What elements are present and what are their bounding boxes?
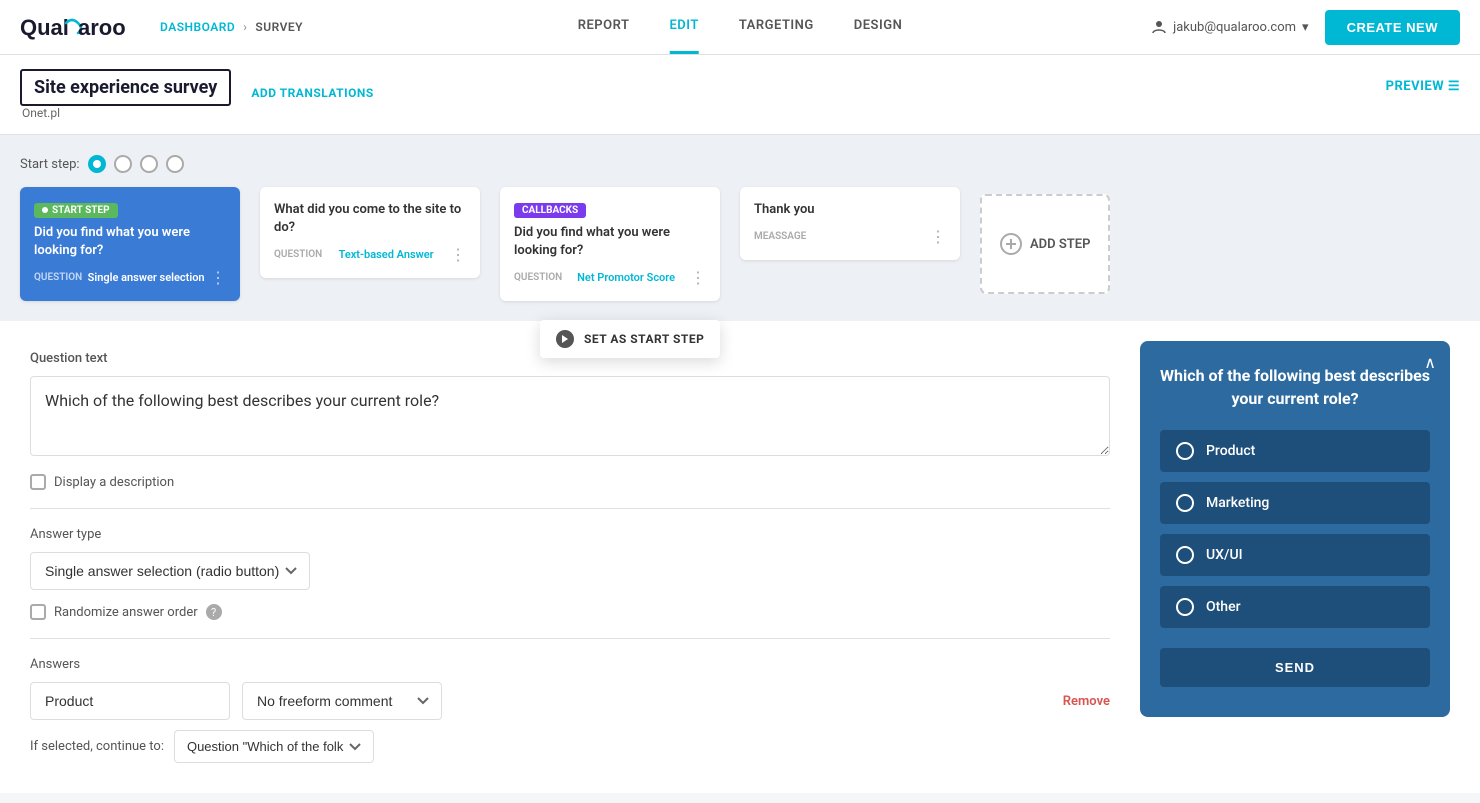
section-divider-2: [30, 638, 1110, 639]
step-card-footer-1: QUESTION Single answer selection ⋮: [34, 268, 226, 287]
preview-option-label-2: Marketing: [1206, 495, 1269, 511]
preview-option-2[interactable]: Marketing: [1160, 482, 1430, 524]
remove-button-1[interactable]: Remove: [1063, 694, 1110, 709]
if-selected-row-1: If selected, continue to: Question "Whic…: [30, 730, 1110, 763]
play-icon: [556, 330, 574, 348]
continue-select-1[interactable]: Question "Which of the folk: [174, 730, 374, 763]
breadcrumb-survey: SURVEY: [255, 20, 303, 34]
breadcrumb-dashboard[interactable]: DASHBOARD: [160, 20, 235, 34]
preview-option-3[interactable]: UX/UI: [1160, 534, 1430, 576]
preview-option-1[interactable]: Product: [1160, 430, 1430, 472]
section-divider-1: [30, 508, 1110, 509]
survey-bar-top: Site experience survey ADD TRANSLATIONS: [20, 69, 374, 106]
breadcrumb-separator: ›: [243, 20, 247, 34]
start-step-badge: START STEP: [34, 203, 118, 218]
tab-design[interactable]: DESIGN: [854, 0, 903, 54]
answer-type-select[interactable]: Single answer selection (radio button): [30, 552, 310, 590]
preview-button[interactable]: PREVIEW ☰: [1386, 69, 1460, 94]
preview-question: Which of the following best describes yo…: [1160, 365, 1430, 410]
step-menu-3[interactable]: ⋮: [690, 268, 706, 287]
step-menu-1[interactable]: ⋮: [210, 268, 226, 287]
create-new-button[interactable]: CREATE NEW: [1325, 10, 1460, 45]
nav-tabs: REPORT EDIT TARGETING DESIGN: [578, 0, 903, 54]
header: Qual aroo DASHBOARD › SURVEY REPORT EDIT…: [0, 0, 1480, 55]
user-email: jakub@qualaroo.com: [1173, 20, 1296, 35]
svg-text:Qual: Qual: [20, 15, 69, 40]
tab-targeting[interactable]: TARGETING: [739, 0, 814, 54]
edit-main: Question text Display a description Answ…: [30, 351, 1450, 763]
step-radio-4: [166, 155, 184, 173]
randomize-row: Randomize answer order ?: [30, 604, 1110, 620]
tab-edit[interactable]: EDIT: [669, 0, 698, 54]
preview-option-4[interactable]: Other: [1160, 586, 1430, 628]
callbacks-badge: CALLBACKS: [514, 203, 586, 218]
display-description-row: Display a description: [30, 474, 1110, 490]
preview-radio-1: [1176, 442, 1194, 460]
survey-title-section: Site experience survey ADD TRANSLATIONS …: [20, 69, 374, 120]
preview-option-label-1: Product: [1206, 443, 1255, 459]
preview-radio-3: [1176, 546, 1194, 564]
step-card-footer-4: MEASSAGE ⋮: [754, 227, 946, 246]
survey-title[interactable]: Site experience survey: [20, 69, 231, 106]
step-radio-2: [114, 155, 132, 173]
steps-row: START STEP Did you find what you were lo…: [20, 187, 1460, 301]
survey-subtitle: Onet.pl: [20, 106, 374, 120]
add-step-icon: [1000, 233, 1022, 255]
preview-chevron-icon[interactable]: ∧: [1424, 353, 1436, 372]
steps-area: Start step: START STEP Did you find what…: [0, 135, 1480, 321]
step-menu-4[interactable]: ⋮: [930, 227, 946, 246]
svg-text:aroo: aroo: [78, 15, 126, 40]
display-description-checkbox[interactable]: [30, 474, 46, 490]
step-card-title-3: Did you find what you were looking for?: [514, 224, 706, 260]
start-step-label: Start step:: [20, 155, 1460, 173]
context-menu[interactable]: SET AS START STEP: [540, 320, 720, 358]
step-menu-2[interactable]: ⋮: [450, 245, 466, 264]
step-card-footer-2: QUESTION Text-based Answer ⋮: [274, 245, 466, 264]
add-step-label: ADD STEP: [1030, 237, 1090, 252]
breadcrumb: DASHBOARD › SURVEY: [160, 20, 303, 34]
header-right: jakub@qualaroo.com ▾ CREATE NEW: [1151, 10, 1460, 45]
step-card-1[interactable]: START STEP Did you find what you were lo…: [20, 187, 240, 301]
randomize-label: Randomize answer order: [54, 605, 198, 620]
answer-type-label: Answer type: [30, 527, 1110, 542]
preview-radio-2: [1176, 494, 1194, 512]
step-card-4[interactable]: Thank you MEASSAGE ⋮: [740, 187, 960, 260]
add-translations-button[interactable]: ADD TRANSLATIONS: [251, 76, 373, 100]
display-description-label: Display a description: [54, 475, 174, 490]
help-icon[interactable]: ?: [206, 604, 222, 620]
answers-label: Answers: [30, 657, 1110, 672]
answer-row-1: No freeform comment Remove: [30, 682, 1110, 720]
step-card-footer-3: QUESTION Net Promotor Score ⋮: [514, 268, 706, 287]
add-step-button[interactable]: ADD STEP: [980, 194, 1110, 294]
answer-input-1[interactable]: [30, 682, 230, 720]
tab-report[interactable]: REPORT: [578, 0, 630, 54]
question-text-input[interactable]: [30, 376, 1110, 456]
if-selected-label: If selected, continue to:: [30, 739, 164, 754]
preview-option-label-3: UX/UI: [1206, 547, 1243, 563]
step-card-title-2: What did you come to the site to do?: [274, 201, 466, 237]
edit-area: Question text Display a description Answ…: [0, 321, 1480, 793]
step-card-title-4: Thank you: [754, 201, 946, 219]
freeform-select-1[interactable]: No freeform comment: [242, 682, 442, 720]
edit-form: Question text Display a description Answ…: [30, 351, 1110, 763]
preview-panel: ∧ Which of the following best describes …: [1140, 341, 1450, 717]
user-menu[interactable]: jakub@qualaroo.com ▾: [1151, 19, 1308, 35]
preview-send-button[interactable]: SEND: [1160, 648, 1430, 687]
logo: Qual aroo: [20, 11, 130, 43]
preview-option-label-4: Other: [1206, 599, 1241, 615]
step-card-title-1: Did you find what you were looking for?: [34, 224, 226, 260]
step-card-2[interactable]: What did you come to the site to do? QUE…: [260, 187, 480, 278]
step-card-3[interactable]: CALLBACKS Did you find what you were loo…: [500, 187, 720, 301]
step-radio-3: [140, 155, 158, 173]
context-menu-label: SET AS START STEP: [584, 332, 704, 346]
start-step-dot: [88, 155, 106, 173]
randomize-checkbox[interactable]: [30, 604, 46, 620]
user-dropdown-icon: ▾: [1302, 20, 1309, 35]
survey-bar: Site experience survey ADD TRANSLATIONS …: [0, 55, 1480, 135]
preview-radio-4: [1176, 598, 1194, 616]
